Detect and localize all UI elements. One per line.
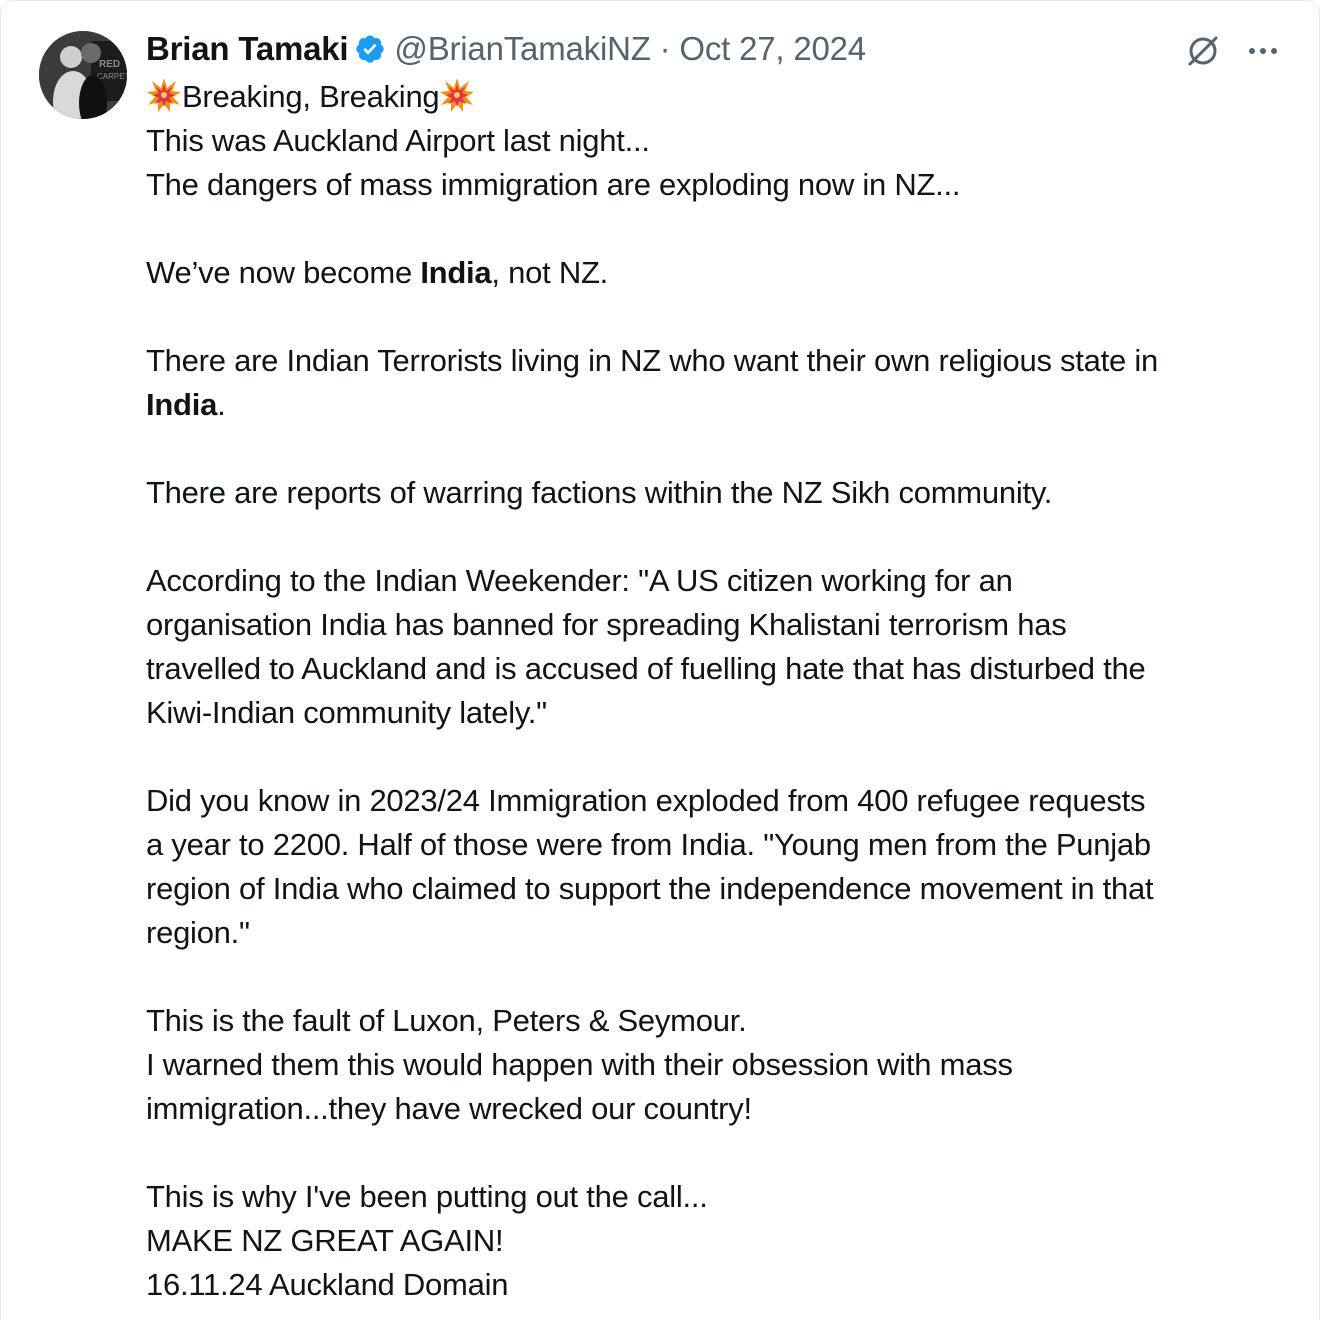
bold-span: India	[420, 255, 492, 290]
text-span: .	[217, 387, 226, 422]
text-line: organisation India has banned for spread…	[146, 607, 1067, 642]
text-line: region."	[146, 915, 250, 950]
collision-emoji-icon	[440, 78, 475, 112]
text-line: There are reports of warring factions wi…	[146, 475, 1053, 510]
avatar[interactable]: RED CARPET	[39, 31, 127, 119]
bold-span: India	[146, 387, 218, 422]
text-line: The dangers of mass immigration are expl…	[146, 167, 961, 202]
text-line: India.	[146, 383, 1296, 427]
tweet-text: Breaking, Breaking This was Auckland Air…	[146, 75, 1296, 1307]
author-name[interactable]: Brian Tamaki	[146, 30, 349, 68]
text-line: travelled to Auckland and is accused of …	[146, 651, 1146, 686]
text-line: This is the fault of Luxon, Peters & Sey…	[146, 1003, 747, 1038]
headline-text: Breaking, Breaking	[182, 79, 440, 114]
collision-emoji-icon	[147, 78, 181, 112]
text-line: immigration...they have wrecked our coun…	[146, 1091, 752, 1126]
text-line: This is why I've been putting out the ca…	[146, 1179, 708, 1214]
more-options-button[interactable]	[1241, 29, 1285, 73]
grok-button[interactable]	[1181, 29, 1225, 73]
text-line: Did you know in 2023/24 Immigration expl…	[146, 783, 1146, 818]
text-span: , not NZ.	[491, 255, 609, 290]
text-line: 16.11.24 Auckland Domain	[146, 1267, 509, 1302]
text-span: We’ve now become	[146, 255, 421, 290]
avatar-photo: RED CARPET	[39, 31, 127, 119]
text-line: There are Indian Terrorists living in NZ…	[146, 343, 1159, 378]
text-line: MAKE NZ GREAT AGAIN!	[146, 1223, 504, 1258]
text-line: Kiwi-Indian community lately."	[146, 695, 547, 730]
text-line: region of India who claimed to support t…	[146, 871, 1154, 906]
tweet-header: Brian Tamaki @BrianTamakiNZ · Oct 27, 20…	[146, 27, 866, 71]
text-line: This was Auckland Airport last night...	[146, 123, 650, 158]
tweet-card[interactable]: RED CARPET Brian Tamaki @BrianTamakiNZ ·…	[0, 0, 1320, 1320]
text-line: We’ve now become India, not NZ.	[146, 251, 1296, 295]
grok-icon	[1188, 36, 1218, 66]
text-line: According to the Indian Weekender: "A US…	[146, 563, 1013, 598]
headline-line: Breaking, Breaking	[146, 75, 1296, 119]
verified-badge-icon	[356, 35, 385, 63]
svg-text:RED: RED	[99, 59, 120, 70]
handle-and-date[interactable]: @BrianTamakiNZ · Oct 27, 2024	[394, 30, 866, 68]
text-line: I warned them this would happen with the…	[146, 1047, 1013, 1082]
more-dots-icon	[1249, 48, 1277, 54]
svg-text:CARPET: CARPET	[97, 72, 127, 81]
text-line: a year to 2200. Half of those were from …	[146, 827, 1151, 862]
